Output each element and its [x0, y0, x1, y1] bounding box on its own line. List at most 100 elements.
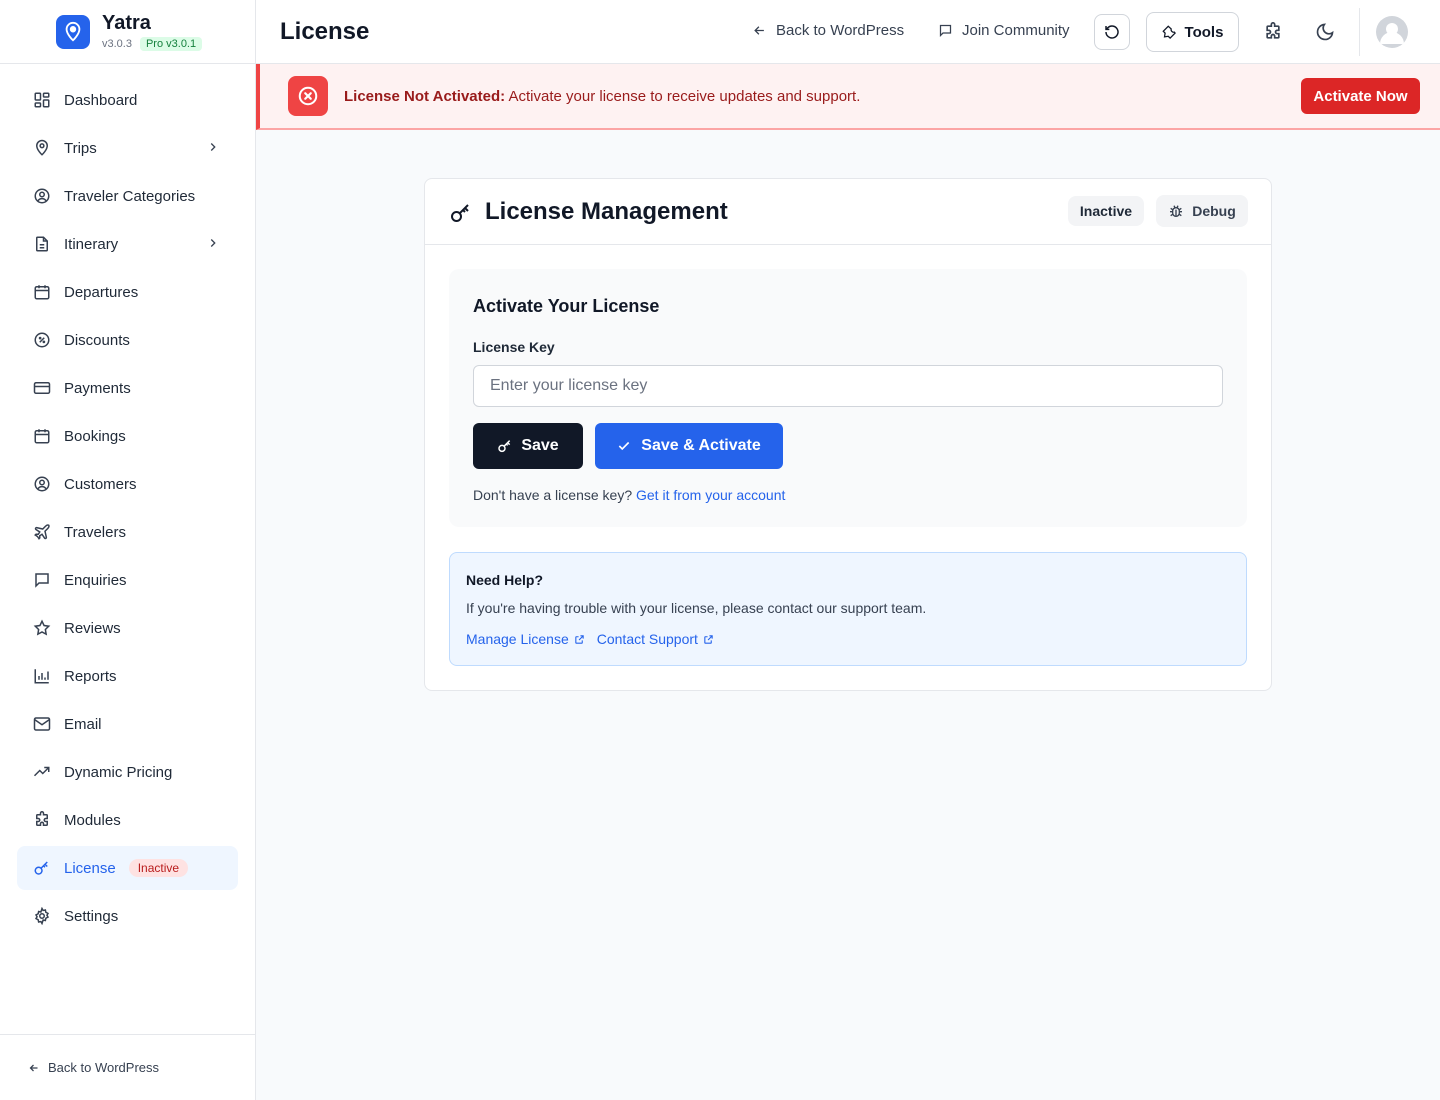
- chevron-right-icon[interactable]: [206, 140, 220, 154]
- manage-license-link[interactable]: Manage License: [466, 631, 585, 647]
- sidebar-item-label: Customers: [64, 475, 137, 493]
- sidebar-item-customers[interactable]: Customers: [17, 462, 238, 506]
- sidebar-footer-label: Back to WordPress: [48, 1060, 160, 1075]
- sidebar-item-label: Travelers: [64, 523, 126, 541]
- back-to-wordpress-link[interactable]: Back to WordPress: [752, 22, 904, 39]
- debug-button[interactable]: Debug: [1156, 195, 1248, 227]
- key-icon: [498, 440, 511, 453]
- save-button[interactable]: Save: [473, 423, 583, 469]
- contact-support-link[interactable]: Contact Support: [597, 631, 714, 647]
- topbar-divider: [1359, 8, 1360, 56]
- topbar: License Back to WordPress Join Community…: [256, 0, 1440, 64]
- refresh-icon: [1105, 25, 1119, 39]
- avatar[interactable]: [1376, 16, 1408, 48]
- sidebar-item-departures[interactable]: Departures: [17, 270, 238, 314]
- alert-message: License Not Activated: Activate your lic…: [344, 88, 860, 105]
- discount-icon: [34, 332, 50, 348]
- need-help-box: Need Help? If you're having trouble with…: [449, 552, 1247, 666]
- sidebar-item-label: Modules: [64, 811, 121, 829]
- back-to-wordpress-label: Back to WordPress: [776, 22, 905, 39]
- sidebar-item-enquiries[interactable]: Enquiries: [17, 558, 238, 602]
- arrow-left-icon: [29, 1064, 38, 1071]
- check-icon: [619, 441, 630, 451]
- chat-icon: [939, 24, 952, 38]
- contact-support-label: Contact Support: [596, 631, 698, 647]
- save-and-activate-button[interactable]: Save & Activate: [595, 423, 783, 469]
- user-circle-icon: [34, 188, 50, 204]
- license-key-input[interactable]: [473, 365, 1223, 407]
- help-text: If you're having trouble with your licen…: [466, 600, 927, 616]
- plane-icon: [34, 524, 50, 540]
- sidebar-item-traveler-categories[interactable]: Traveler Categories: [17, 174, 238, 218]
- activate-now-button[interactable]: Activate Now: [1301, 78, 1420, 114]
- mail-icon: [33, 717, 51, 731]
- pro-version-badge: Pro v3.0.1: [139, 37, 203, 51]
- sidebar-item-label: Reviews: [64, 619, 121, 637]
- sidebar-item-dashboard[interactable]: Dashboard: [17, 78, 238, 122]
- sidebar-item-reports[interactable]: Reports: [17, 654, 238, 698]
- sidebar-item-license[interactable]: License Inactive: [17, 846, 238, 890]
- sidebar-item-reviews[interactable]: Reviews: [17, 606, 238, 650]
- credit-card-icon: [33, 382, 51, 394]
- sidebar-item-settings[interactable]: Settings: [17, 894, 238, 938]
- activate-license-section: Activate Your License License Key Save S…: [449, 269, 1247, 527]
- trend-icon: [33, 766, 50, 777]
- join-community-link[interactable]: Join Community: [938, 22, 1070, 39]
- yatra-logo-icon: [56, 14, 90, 49]
- puzzle-icon[interactable]: [1263, 22, 1283, 42]
- sidebar-item-modules[interactable]: Modules: [17, 798, 238, 842]
- sidebar-item-travelers[interactable]: Travelers: [17, 510, 238, 554]
- document-icon: [36, 236, 48, 252]
- sidebar-item-label: Settings: [64, 907, 119, 925]
- sidebar-item-trips[interactable]: Trips: [17, 126, 238, 170]
- sidebar-item-itinerary[interactable]: Itinerary: [17, 222, 238, 266]
- brand[interactable]: Yatra v3.0.3 Pro v3.0.1: [0, 0, 255, 64]
- sidebar-item-email[interactable]: Email: [17, 702, 238, 746]
- map-pin-icon: [35, 139, 49, 156]
- tools-button[interactable]: Tools: [1146, 12, 1239, 52]
- sidebar-item-label: Enquiries: [64, 571, 127, 589]
- tools-label: Tools: [1184, 23, 1224, 41]
- activate-title: Activate Your License: [473, 296, 660, 316]
- license-key-label: License Key: [473, 339, 555, 355]
- refresh-button[interactable]: [1094, 14, 1130, 50]
- sidebar-item-label: Trips: [64, 139, 97, 157]
- sidebar-item-label: Departures: [64, 283, 139, 301]
- calendar-icon: [34, 285, 50, 300]
- chevron-right-icon[interactable]: [206, 236, 220, 250]
- external-link-icon: [575, 634, 584, 644]
- license-alert-banner: License Not Activated: Activate your lic…: [256, 64, 1440, 130]
- license-status-pill: Inactive: [1068, 196, 1144, 226]
- save-and-activate-label: Save & Activate: [641, 437, 761, 454]
- sidebar-item-payments[interactable]: Payments: [17, 366, 238, 410]
- arrow-left-icon: [754, 26, 764, 35]
- license-hint: Don't have a license key? Get it from yo…: [473, 487, 785, 503]
- hint-text: Don't have a license key?: [473, 487, 633, 503]
- moon-icon[interactable]: [1315, 22, 1335, 42]
- alert-body: Activate your license to receive updates…: [508, 88, 861, 105]
- sidebar-item-discounts[interactable]: Discounts: [17, 318, 238, 362]
- star-icon: [33, 619, 51, 636]
- sidebar-item-label: Discounts: [64, 331, 130, 349]
- help-title: Need Help?: [466, 572, 544, 588]
- sidebar-item-label: Traveler Categories: [64, 187, 196, 205]
- sidebar-back-to-wordpress[interactable]: Back to WordPress: [0, 1034, 255, 1100]
- card-header: License Management Inactive Debug: [425, 179, 1271, 245]
- external-link-icon: [704, 634, 713, 644]
- sidebar-item-bookings[interactable]: Bookings: [17, 414, 238, 458]
- join-community-label: Join Community: [962, 22, 1070, 39]
- error-icon: [288, 76, 328, 116]
- dashboard-icon: [34, 92, 50, 108]
- wrench-icon: [1161, 24, 1176, 39]
- manage-license-label: Manage License: [466, 631, 569, 647]
- page-title: License: [280, 18, 370, 45]
- gear-icon: [34, 907, 50, 925]
- user-circle-icon: [34, 476, 50, 492]
- sidebar-item-dynamic-pricing[interactable]: Dynamic Pricing: [17, 750, 238, 794]
- sidebar-item-label: Bookings: [64, 427, 126, 445]
- bar-chart-icon: [34, 669, 49, 684]
- sidebar-item-label: Itinerary: [64, 235, 119, 253]
- sidebar: Yatra v3.0.3 Pro v3.0.1 Dashboard Trips …: [0, 0, 256, 1100]
- get-license-link[interactable]: Get it from your account: [636, 487, 785, 503]
- sidebar-item-label: Dashboard: [64, 91, 138, 109]
